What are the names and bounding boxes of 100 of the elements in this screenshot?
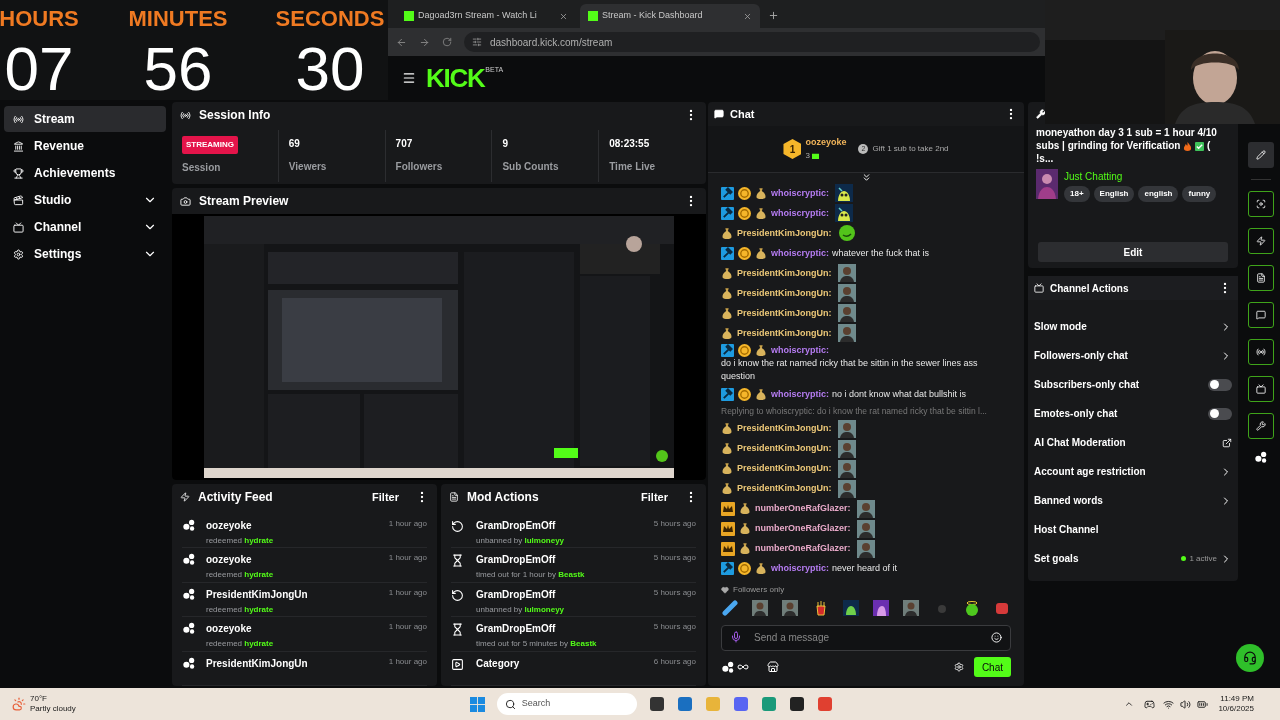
username[interactable]: PresidentKimJongUn: bbox=[737, 326, 832, 340]
browser-tab[interactable]: Dagoad3rn Stream - Watch Li bbox=[396, 4, 576, 28]
toggle-switch[interactable] bbox=[1208, 407, 1232, 420]
sidebar-item[interactable]: Channel bbox=[4, 214, 166, 240]
support-button[interactable] bbox=[1236, 644, 1264, 672]
tag[interactable]: 18+ bbox=[1064, 186, 1090, 202]
username[interactable]: GramDropEmOff bbox=[476, 621, 642, 637]
username[interactable]: oozeyoke bbox=[206, 621, 379, 637]
channel-action-row[interactable]: AI Chat Moderation bbox=[1034, 428, 1232, 457]
username[interactable]: PresidentKimJongUn bbox=[206, 655, 379, 671]
clock-date[interactable]: 10/6/2025 bbox=[1218, 704, 1254, 714]
address-bar[interactable]: dashboard.kick.com/stream bbox=[464, 32, 1040, 52]
username[interactable]: PresidentKimJongUn: bbox=[737, 462, 832, 476]
emote-icon[interactable] bbox=[963, 600, 980, 616]
emote-icon[interactable] bbox=[752, 600, 769, 616]
emote-icon[interactable] bbox=[722, 600, 738, 616]
close-icon[interactable] bbox=[559, 11, 568, 21]
channel-action-row[interactable]: Set goals 1 active bbox=[1034, 544, 1232, 573]
back-icon[interactable] bbox=[396, 36, 407, 48]
username[interactable]: numberOneRafGlazer: bbox=[755, 502, 851, 516]
app-icon[interactable] bbox=[648, 696, 665, 712]
username[interactable]: PresidentKimJongUn: bbox=[737, 422, 832, 436]
tag[interactable]: english bbox=[1138, 186, 1179, 202]
category-link[interactable]: Just Chatting bbox=[1064, 169, 1217, 184]
emote-icon[interactable] bbox=[873, 600, 890, 616]
tag[interactable]: funny bbox=[1182, 186, 1217, 202]
channel-action-row[interactable]: Account age restriction bbox=[1034, 457, 1232, 486]
new-tab-icon[interactable] bbox=[768, 10, 779, 21]
close-icon[interactable] bbox=[743, 11, 752, 21]
username[interactable]: PresidentKimJongUn bbox=[206, 586, 379, 602]
username[interactable]: oozeyoke bbox=[206, 518, 379, 533]
rail-button[interactable] bbox=[1248, 339, 1274, 365]
start-icon[interactable] bbox=[469, 696, 485, 712]
username[interactable]: GramDropEmOff bbox=[476, 552, 642, 568]
username[interactable]: GramDropEmOff bbox=[476, 586, 642, 602]
site-settings-icon[interactable] bbox=[472, 37, 482, 47]
username[interactable]: GramDropEmOff bbox=[476, 518, 642, 533]
rail-button[interactable] bbox=[1248, 191, 1274, 217]
username[interactable]: numberOneRafGlazer: bbox=[755, 542, 851, 556]
clock-time[interactable]: 11:49 PM bbox=[1220, 694, 1254, 704]
settings-icon[interactable] bbox=[953, 662, 964, 672]
chat-send-button[interactable]: Chat bbox=[973, 657, 1011, 677]
channel-action-row[interactable]: Banned words bbox=[1034, 486, 1232, 515]
emote-icon[interactable] bbox=[842, 600, 859, 616]
sidebar-item[interactable]: Stream bbox=[4, 106, 166, 132]
username[interactable]: PresidentKimJongUn: bbox=[737, 226, 832, 240]
username[interactable]: whoiscryptic: bbox=[771, 562, 829, 576]
rail-button[interactable] bbox=[1248, 228, 1274, 254]
forward-icon[interactable] bbox=[419, 36, 430, 48]
sidebar-item[interactable]: Achievements bbox=[4, 160, 166, 186]
username[interactable]: whoiscryptic: bbox=[771, 186, 829, 200]
username[interactable]: Category bbox=[476, 655, 642, 671]
username[interactable]: oozeyoke bbox=[206, 552, 379, 568]
username[interactable]: whoiscryptic: bbox=[771, 246, 829, 260]
microphone-icon[interactable] bbox=[730, 631, 742, 643]
filter-button[interactable]: Filter bbox=[641, 488, 668, 506]
battery-icon[interactable] bbox=[1197, 698, 1209, 710]
rail-button[interactable] bbox=[1248, 265, 1274, 291]
rail-button[interactable] bbox=[1248, 376, 1274, 402]
rail-button[interactable] bbox=[1248, 413, 1274, 439]
toggle-switch[interactable] bbox=[1208, 378, 1232, 391]
username[interactable]: oozeyoke bbox=[805, 136, 847, 150]
menu-icon[interactable] bbox=[402, 71, 416, 85]
channel-action-row[interactable]: Emotes-only chat bbox=[1034, 399, 1232, 428]
username[interactable]: numberOneRafGlazer: bbox=[755, 522, 851, 536]
channel-action-row[interactable]: Followers-only chat bbox=[1034, 341, 1232, 370]
wifi-icon[interactable] bbox=[1163, 698, 1175, 710]
edit-button[interactable]: Edit bbox=[1038, 242, 1228, 262]
sidebar-item[interactable]: Revenue bbox=[4, 133, 166, 159]
reload-icon[interactable] bbox=[442, 37, 452, 47]
sidebar-item[interactable]: Settings bbox=[4, 241, 166, 267]
rail-button[interactable] bbox=[1248, 302, 1274, 328]
tag[interactable]: English bbox=[1093, 186, 1135, 202]
filter-button[interactable]: Filter bbox=[372, 488, 399, 506]
emote-icon[interactable] bbox=[903, 600, 920, 616]
username[interactable]: PresidentKimJongUn: bbox=[737, 306, 832, 320]
app-icon[interactable] bbox=[788, 696, 805, 712]
browser-tab[interactable]: Stream - Kick Dashboard bbox=[580, 4, 760, 28]
message-input[interactable]: Send a message bbox=[721, 624, 1011, 651]
username[interactable]: PresidentKimJongUn: bbox=[737, 286, 832, 300]
username[interactable]: PresidentKimJongUn: bbox=[737, 266, 832, 280]
emote-icon bbox=[856, 539, 875, 558]
username[interactable]: whoiscryptic: bbox=[771, 344, 829, 357]
volume-icon[interactable] bbox=[1180, 698, 1192, 710]
sidebar-item[interactable]: Studio bbox=[4, 187, 166, 213]
rail-button[interactable] bbox=[1248, 142, 1274, 168]
undo-icon bbox=[451, 588, 464, 602]
channel-action-row[interactable]: Host Channel bbox=[1034, 515, 1232, 544]
channel-action-row[interactable]: Subscribers-only chat bbox=[1034, 370, 1232, 399]
username[interactable]: whoiscryptic: bbox=[771, 206, 829, 220]
username[interactable]: whoiscryptic: bbox=[771, 387, 829, 401]
gamepad-icon[interactable] bbox=[1144, 698, 1156, 710]
username[interactable]: PresidentKimJongUn: bbox=[737, 442, 832, 456]
taskbar-search[interactable]: Search bbox=[496, 693, 637, 715]
emoji-icon[interactable] bbox=[991, 632, 1002, 643]
tray-overflow-icon[interactable] bbox=[1124, 699, 1135, 709]
username[interactable]: PresidentKimJongUn: bbox=[737, 482, 832, 496]
emote-icon[interactable] bbox=[782, 600, 799, 616]
store-icon[interactable] bbox=[767, 661, 779, 673]
channel-action-row[interactable]: Slow mode bbox=[1034, 312, 1232, 341]
